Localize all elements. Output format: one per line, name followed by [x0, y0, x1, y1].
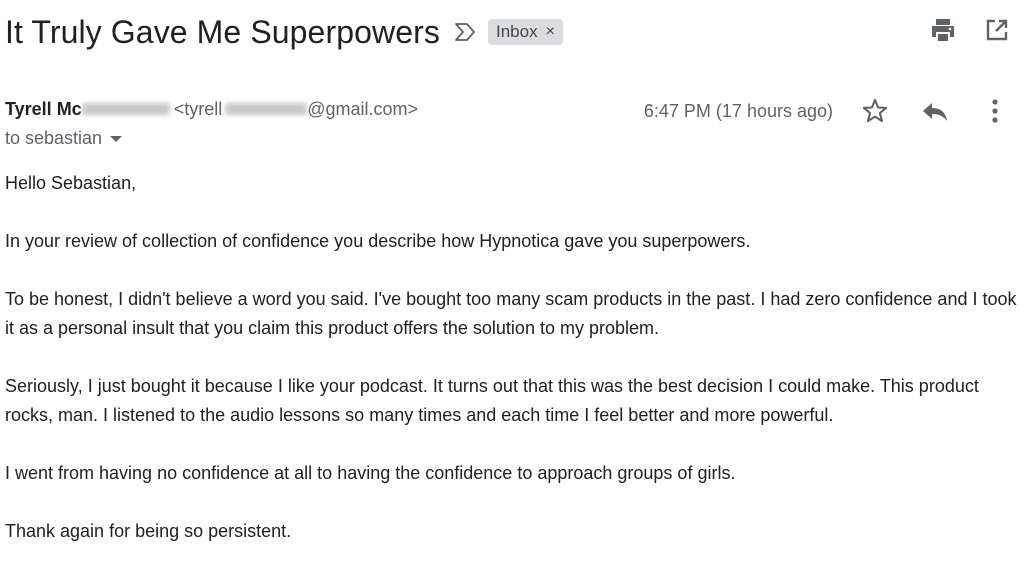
- sender-email-suffix: @gmail.com>: [307, 98, 419, 119]
- star-icon[interactable]: [859, 97, 891, 125]
- body-paragraph: Seriously, I just bought it because I li…: [5, 376, 979, 425]
- reply-icon[interactable]: [919, 97, 951, 125]
- remove-label-button[interactable]: ×: [546, 24, 555, 40]
- email-subject: It Truly Gave Me Superpowers: [5, 13, 440, 50]
- subject-row: It Truly Gave Me Superpowers Inbox ×: [5, 10, 563, 54]
- sender-name: Tyrell Mc: [5, 98, 82, 119]
- body-paragraph: Thank again for being so persistent.: [5, 521, 292, 541]
- print-icon[interactable]: [929, 16, 957, 44]
- inbox-label-chip: Inbox ×: [487, 19, 563, 45]
- redacted-surname: [81, 103, 170, 115]
- thread-actions: [929, 16, 1011, 44]
- body-paragraph: Hello Sebastian,: [5, 173, 137, 193]
- body-paragraph: In your review of collection of confiden…: [5, 231, 751, 251]
- sender-row: Tyrell Mc <tyrell @gmail.com>: [5, 97, 418, 121]
- label-text: Inbox: [495, 22, 538, 41]
- body-paragraph: To be honest, I didn't believe a word yo…: [5, 289, 1017, 338]
- body-paragraph: I went from having no confidence at all …: [5, 463, 736, 483]
- important-marker-icon[interactable]: [454, 22, 476, 42]
- message-timestamp: 6:47 PM (17 hours ago): [643, 100, 833, 121]
- recipient-text: to sebastian: [5, 128, 103, 148]
- sender-email-prefix: <tyrell: [173, 98, 223, 119]
- chevron-down-icon: [110, 135, 123, 142]
- redacted-email: [225, 103, 308, 115]
- open-in-new-window-icon[interactable]: [983, 16, 1011, 44]
- recipient-toggle[interactable]: to sebastian: [5, 128, 123, 149]
- more-vertical-icon[interactable]: [979, 97, 1011, 125]
- message-actions: 6:47 PM (17 hours ago): [644, 97, 1011, 125]
- email-body: Hello Sebastian, In your review of colle…: [5, 169, 1020, 575]
